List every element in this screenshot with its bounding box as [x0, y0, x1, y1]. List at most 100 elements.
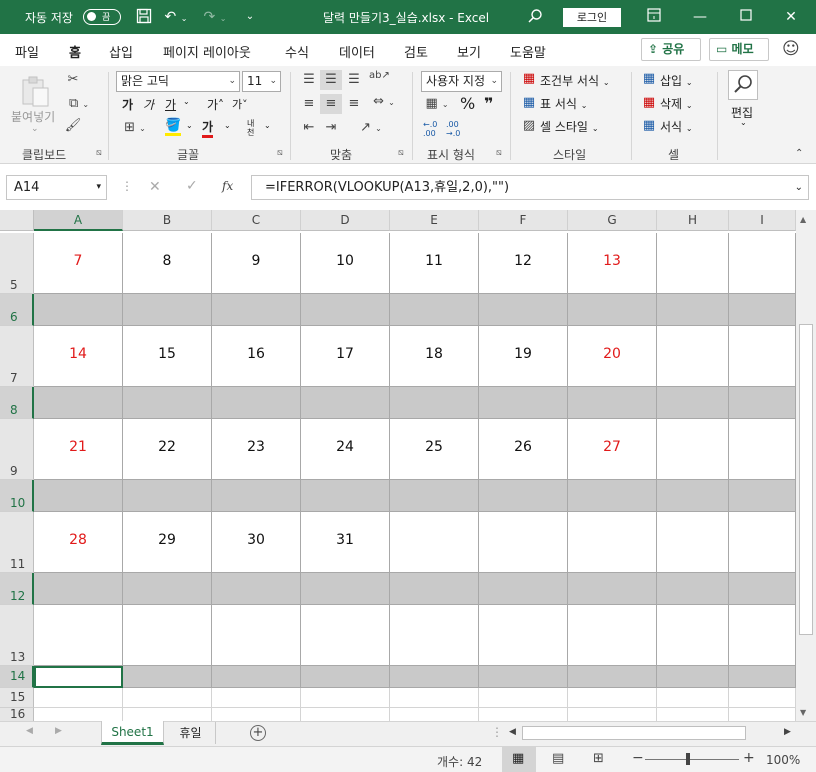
cell-i16[interactable] [729, 708, 796, 721]
alignment-launcher-icon[interactable]: ⧅ [398, 148, 404, 158]
cell-i5[interactable] [729, 233, 796, 294]
ribbon-display-icon[interactable] [645, 8, 663, 26]
column-header-c[interactable]: C [212, 210, 301, 231]
row-header-12[interactable]: 12 [0, 573, 34, 605]
prev-sheet-icon[interactable]: ◀ [26, 726, 33, 736]
cell-d14[interactable] [301, 666, 390, 688]
cell-g10[interactable] [568, 480, 657, 512]
cell-c8[interactable] [212, 387, 301, 419]
cell-h6[interactable] [657, 294, 729, 326]
cell-e15[interactable] [390, 688, 479, 708]
maximize-icon[interactable] [737, 8, 755, 26]
cell-i9[interactable] [729, 419, 796, 480]
cell-e16[interactable] [390, 708, 479, 721]
tab-insert[interactable]: 삽입 [109, 42, 133, 61]
cell-b7[interactable]: 15 [123, 326, 212, 387]
paste-dropdown-icon[interactable]: ⌄ [31, 124, 39, 134]
cell-g5[interactable]: 13 [568, 233, 657, 294]
cell-f9[interactable]: 26 [479, 419, 568, 480]
page-layout-view-icon[interactable]: ▤ [552, 751, 564, 766]
cell-c6[interactable] [212, 294, 301, 326]
align-bottom-icon[interactable]: ☰ [345, 72, 363, 87]
cell-i8[interactable] [729, 387, 796, 419]
zoom-slider-thumb[interactable] [686, 753, 690, 765]
row-header-10[interactable]: 10 [0, 480, 34, 512]
delete-cells-button[interactable]: 삭제 ⌄ [660, 95, 693, 112]
cell-f16[interactable] [479, 708, 568, 721]
cell-c9[interactable]: 23 [212, 419, 301, 480]
add-sheet-icon[interactable]: + [250, 725, 266, 741]
cell-i7[interactable] [729, 326, 796, 387]
cell-h11[interactable] [657, 512, 729, 573]
row-header-14[interactable]: 14 [0, 666, 34, 688]
cell-g13[interactable] [568, 605, 657, 666]
zoom-in-button[interactable]: + [743, 750, 755, 766]
save-icon[interactable] [135, 8, 153, 26]
increase-decimal-button[interactable]: ←.0 .00 [423, 120, 443, 138]
cell-g6[interactable] [568, 294, 657, 326]
cell-d5[interactable]: 10 [301, 233, 390, 294]
cell-b14[interactable] [123, 666, 212, 688]
column-header-i[interactable]: I [729, 210, 796, 231]
editing-dropdown-icon[interactable]: ⌄ [740, 118, 747, 127]
borders-icon[interactable]: ⊞ ⌄ [118, 120, 152, 135]
cell-d11[interactable]: 31 [301, 512, 390, 573]
cell-h10[interactable] [657, 480, 729, 512]
phonetic-dropdown-icon[interactable]: ⌄ [264, 121, 271, 130]
row-header-9[interactable]: 9 [0, 419, 34, 480]
row-header-7[interactable]: 7 [0, 326, 34, 387]
font-color-dropdown-icon[interactable]: ⌄ [224, 121, 231, 130]
font-size-combo[interactable]: 11 ⌄ [242, 71, 281, 92]
cell-f14[interactable] [479, 666, 568, 688]
cell-g11[interactable] [568, 512, 657, 573]
insert-cells-button[interactable]: 삽입 ⌄ [660, 72, 693, 89]
cell-c7[interactable]: 16 [212, 326, 301, 387]
cell-h13[interactable] [657, 605, 729, 666]
cell-d10[interactable] [301, 480, 390, 512]
shrink-font-button[interactable]: 가˅ [232, 96, 248, 112]
select-all-corner[interactable] [0, 210, 34, 231]
cell-e14[interactable] [390, 666, 479, 688]
copy-icon[interactable]: ⧉ ⌄ [64, 96, 94, 111]
row-header-8[interactable]: 8 [0, 387, 34, 419]
cell-b11[interactable]: 29 [123, 512, 212, 573]
cell-a7[interactable]: 14 [34, 326, 123, 387]
column-header-f[interactable]: F [479, 210, 568, 231]
wrap-text-icon[interactable]: ↗ ⌄ [351, 120, 391, 135]
cell-i6[interactable] [729, 294, 796, 326]
cell-e7[interactable]: 18 [390, 326, 479, 387]
decrease-indent-icon[interactable]: ⇤ [300, 120, 318, 135]
share-button[interactable]: ⇪ 공유 [641, 38, 701, 61]
grow-font-button[interactable]: 가˄ [207, 96, 224, 113]
align-middle-icon[interactable]: ☰ [320, 70, 342, 90]
autosave-toggle[interactable]: 끔 [83, 9, 121, 25]
cell-i12[interactable] [729, 573, 796, 605]
table-format-button[interactable]: 표 서식 ⌄ [540, 95, 587, 112]
cell-a16[interactable] [34, 708, 123, 721]
zoom-out-button[interactable]: − [632, 750, 644, 766]
cell-f13[interactable] [479, 605, 568, 666]
cell-e8[interactable] [390, 387, 479, 419]
tab-formulas[interactable]: 수식 [285, 42, 309, 61]
number-format-combo[interactable]: 사용자 지정 ⌄ [421, 71, 502, 92]
tab-data[interactable]: 데이터 [339, 42, 375, 61]
row-header-16[interactable]: 16 [0, 708, 34, 721]
tab-review[interactable]: 검토 [404, 42, 428, 61]
cut-icon[interactable]: ✂ [64, 72, 82, 87]
redo-icon[interactable]: ↷ ⌄ [202, 8, 228, 26]
cell-b5[interactable]: 8 [123, 233, 212, 294]
cell-b6[interactable] [123, 294, 212, 326]
cell-f11[interactable] [479, 512, 568, 573]
cell-c10[interactable] [212, 480, 301, 512]
fill-color-icon[interactable]: 🪣 [165, 118, 181, 136]
cell-c14[interactable] [212, 666, 301, 688]
cell-e9[interactable]: 25 [390, 419, 479, 480]
cell-i14[interactable] [729, 666, 796, 688]
format-cells-button[interactable]: 서식 ⌄ [660, 118, 693, 135]
smiley-icon[interactable]: ☺ [782, 39, 800, 59]
cell-b8[interactable] [123, 387, 212, 419]
row-header-13[interactable]: 13 [0, 605, 34, 666]
cell-h16[interactable] [657, 708, 729, 721]
cancel-icon[interactable]: ✕ [149, 179, 161, 195]
cell-b15[interactable] [123, 688, 212, 708]
